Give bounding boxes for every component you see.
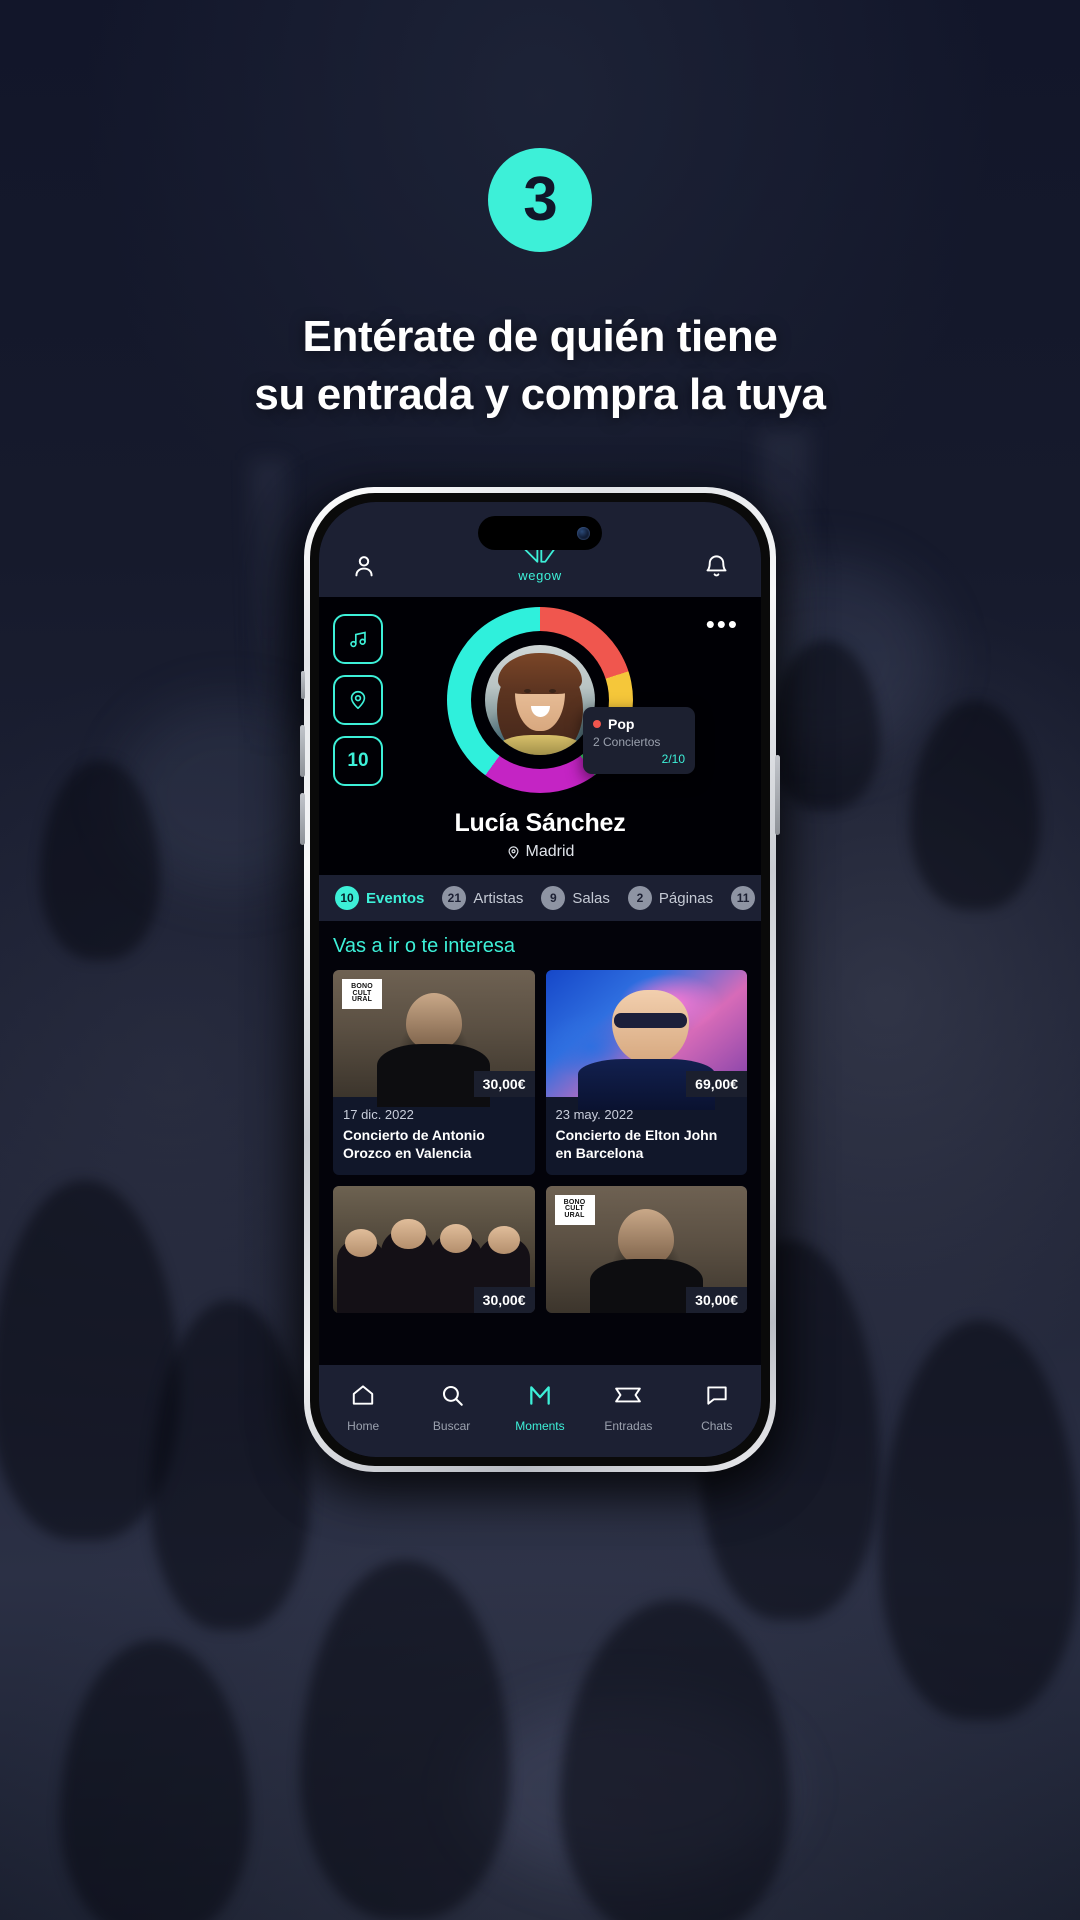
- tab-count-badge: 2: [627, 886, 652, 910]
- wegow-app: wegow ••• 10 Pop 2 Conciertos 2/10 Lucía…: [319, 502, 761, 1457]
- step-number-badge: 3: [488, 148, 592, 252]
- profile-tabs[interactable]: 10 Eventos 21 Artistas 9 Salas 2 Páginas 11Amigo…: [319, 875, 761, 921]
- tab-count-badge: 10: [335, 886, 359, 910]
- ticket-icon: [614, 1382, 642, 1413]
- nav-item-home[interactable]: Home: [325, 1382, 401, 1433]
- more-options-icon[interactable]: •••: [706, 611, 739, 637]
- music-badge[interactable]: [333, 614, 383, 664]
- event-card[interactable]: BONO CULT URAL 30,00€: [545, 1185, 747, 1313]
- phone-screen: wegow ••• 10 Pop 2 Conciertos 2/10 Lucía…: [319, 502, 761, 1457]
- tab-count-badge: 11: [731, 886, 756, 910]
- event-card-image: BONO CULT URAL 30,00€: [545, 1185, 747, 1313]
- bono-line: URAL: [351, 996, 373, 1004]
- genre-donut-chart: Pop 2 Conciertos 2/10: [389, 607, 695, 793]
- nav-item-label: Home: [347, 1418, 380, 1433]
- tab-label: Páginas: [658, 889, 714, 907]
- count-badge-value: 10: [347, 750, 369, 771]
- wegow-logo-text: wegow: [518, 568, 562, 583]
- person-icon[interactable]: [347, 549, 381, 583]
- promo-hero: 3 Entérate de quién tiene su entrada y c…: [0, 0, 1080, 424]
- event-card[interactable]: 30,00€: [333, 1185, 535, 1313]
- front-camera-icon: [577, 526, 590, 540]
- tab-artistas[interactable]: 21 Artistas: [442, 886, 523, 910]
- avatar[interactable]: [485, 645, 595, 755]
- user-location: Madrid: [319, 843, 761, 861]
- event-card[interactable]: BONO CULT URAL 30,00€ 17 dic. 2022 Concierto …: [333, 970, 535, 1175]
- moments-icon: [527, 1382, 553, 1413]
- bell-icon[interactable]: [699, 549, 733, 583]
- genre-tooltip: Pop 2 Conciertos 2/10: [583, 707, 695, 774]
- tab-eventos[interactable]: 10 Eventos: [335, 886, 424, 910]
- volume-down-button[interactable]: [300, 793, 305, 845]
- search-icon: [439, 1382, 465, 1413]
- phone-frame: wegow ••• 10 Pop 2 Conciertos 2/10 Lucía…: [300, 487, 780, 1472]
- tab-salas[interactable]: 9 Salas: [541, 886, 610, 910]
- event-card-image: 69,00€: [545, 970, 747, 1110]
- event-card[interactable]: 69,00€ 23 may. 2022 Concierto de Elton Joh…: [545, 970, 747, 1175]
- event-price: 30,00€: [686, 1286, 747, 1313]
- bono-cultural-badge: BONO CULT URAL: [342, 979, 382, 1009]
- user-location-label: Madrid: [525, 843, 575, 860]
- event-card-image: 30,00€: [333, 1185, 535, 1313]
- location-badge[interactable]: [333, 675, 383, 725]
- event-date: 17 dic. 2022: [343, 1107, 414, 1122]
- profile-section: ••• 10 Pop 2 Conciertos 2/10 Lucía Sánch…: [319, 597, 761, 875]
- event-name: Concierto de Antonio Orozco en Valencia: [343, 1127, 485, 1161]
- event-price: 69,00€: [686, 1071, 747, 1097]
- headline-line-1: Entérate de quién tiene: [302, 312, 778, 361]
- nav-item-moments[interactable]: Moments: [502, 1382, 578, 1433]
- tab-label: Eventos: [366, 889, 425, 907]
- map-pin-icon: [508, 845, 519, 859]
- tab-label: Artistas: [473, 889, 524, 907]
- event-card-body: 17 dic. 2022 Concierto de Antonio Orozco …: [333, 1097, 535, 1175]
- feed-section-title: Vas a ir o te interesa: [333, 935, 515, 957]
- tab-páginas[interactable]: 2 Páginas: [627, 886, 714, 910]
- nav-item-label: Chats: [701, 1418, 733, 1433]
- phone-bezel: wegow ••• 10 Pop 2 Conciertos 2/10 Lucía…: [310, 493, 770, 1466]
- bono-cultural-badge: BONO CULT URAL: [554, 1194, 595, 1225]
- step-number: 3: [523, 165, 557, 234]
- nav-item-chats[interactable]: Chats: [679, 1382, 755, 1433]
- event-card-image: BONO CULT URAL 30,00€: [333, 970, 535, 1108]
- home-icon: [350, 1382, 376, 1413]
- tooltip-genre: Pop: [608, 716, 635, 732]
- event-price: 30,00€: [473, 1286, 535, 1313]
- bono-line: URAL: [564, 1212, 585, 1220]
- event-name: Concierto de Elton John en Barcelona: [555, 1127, 718, 1161]
- tab-label: Salas: [572, 889, 610, 907]
- phone-mockup: wegow ••• 10 Pop 2 Conciertos 2/10 Lucía…: [298, 487, 782, 1486]
- page-title: Entérate de quién tiene su entrada y com…: [0, 308, 1080, 424]
- tooltip-concerts: 2 Conciertos: [593, 735, 661, 749]
- event-price: 30,00€: [473, 1071, 535, 1097]
- count-badge[interactable]: 10: [333, 736, 383, 786]
- tooltip-fraction: 2/10: [661, 752, 685, 766]
- side-badges: 10: [333, 614, 389, 786]
- dynamic-island: [478, 516, 602, 550]
- genre-color-dot: [593, 720, 601, 728]
- tab-amigos[interactable]: 11Amigos: [731, 886, 761, 910]
- power-button[interactable]: [775, 755, 780, 835]
- chat-icon: [704, 1382, 730, 1413]
- tab-count-badge: 9: [541, 886, 566, 910]
- volume-up-button[interactable]: [300, 725, 305, 777]
- nav-item-label: Moments: [515, 1418, 565, 1433]
- silent-switch[interactable]: [301, 671, 305, 699]
- nav-item-label: Buscar: [432, 1418, 471, 1433]
- bottom-navigation[interactable]: Home Buscar Moments Entradas Chats: [319, 1365, 761, 1457]
- user-name: Lucía Sánchez: [454, 809, 626, 837]
- nav-item-label: Entradas: [604, 1418, 653, 1433]
- headline-line-2: su entrada y compra la tuya: [254, 370, 826, 420]
- nav-item-buscar[interactable]: Buscar: [414, 1382, 490, 1433]
- tab-count-badge: 21: [442, 886, 467, 910]
- event-card-grid: BONO CULT URAL 30,00€ 17 dic. 2022 Concierto …: [333, 970, 747, 1313]
- nav-item-entradas[interactable]: Entradas: [590, 1382, 666, 1433]
